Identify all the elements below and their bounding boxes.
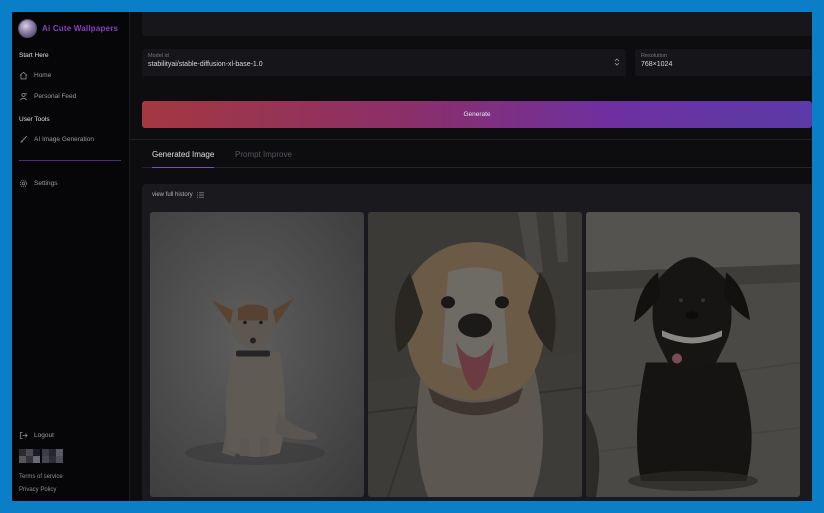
generate-button[interactable]: Generate [142,101,812,128]
brand-logo-icon [18,18,37,38]
generated-image-2[interactable] [368,212,582,497]
top-bar [142,12,812,36]
resolution-value: 768×1024 [641,61,673,68]
dog-image-3 [586,212,800,497]
sidebar-footer: Logout Terms of service Privacy Policy [12,425,129,501]
sidebar-divider [19,160,121,161]
results-panel: view full history [142,184,812,501]
brand-name: Ai Cute Wallpapers [42,23,119,33]
tab-prompt-improve[interactable]: Prompt Improve [235,149,292,168]
app-window: Ai Cute Wallpapers Start Here Home Perso… [12,12,812,501]
logout-button[interactable]: Logout [12,425,129,446]
sidebar-item-home[interactable]: Home [12,65,129,86]
avatar[interactable] [19,449,122,463]
resolution-select[interactable]: Resolution 768×1024 [635,49,812,76]
logout-icon [19,431,28,440]
generated-image-3[interactable] [586,212,800,497]
brush-icon [19,135,28,144]
sidebar-item-personal-feed[interactable]: Personal Feed [12,86,129,107]
section-start-here: Start Here [19,52,49,59]
history-label: view full history [152,192,193,198]
tab-generated-image[interactable]: Generated Image [152,149,215,168]
terms-link[interactable]: Terms of service [12,471,129,484]
section-divider [130,139,812,140]
chevron-updown-icon [614,58,620,66]
dog-image-1 [150,212,364,497]
model-id-label: Model id [148,53,169,59]
view-full-history-link[interactable]: view full history [152,192,204,198]
generated-image-1[interactable] [150,212,364,497]
privacy-link[interactable]: Privacy Policy [12,484,129,497]
sidebar: Ai Cute Wallpapers Start Here Home Perso… [12,12,130,501]
list-icon [196,192,204,198]
model-id-value: stabilityai/stable-diffusion-xl-base-1.0 [148,61,263,68]
sidebar-item-label: Home [34,72,52,79]
result-tabs: Generated Image Prompt Improve [142,149,812,168]
sidebar-item-settings[interactable]: Settings [12,173,129,194]
section-user-tools: User Tools [19,116,50,123]
gear-icon [19,179,28,188]
resolution-label: Resolution [641,53,667,59]
feed-icon [19,92,28,101]
main-content: Model id stabilityai/stable-diffusion-xl… [130,12,812,501]
model-id-select[interactable]: Model id stabilityai/stable-diffusion-xl… [142,49,626,76]
sidebar-item-label: Settings [34,180,58,187]
sidebar-item-label: Personal Feed [34,93,77,100]
sidebar-item-ai-image-generation[interactable]: AI Image Generation [12,129,129,150]
home-icon [19,71,28,80]
dog-image-2 [368,212,582,497]
brand[interactable]: Ai Cute Wallpapers [12,12,129,44]
sidebar-item-label: AI Image Generation [34,136,94,143]
logout-label: Logout [34,432,54,439]
